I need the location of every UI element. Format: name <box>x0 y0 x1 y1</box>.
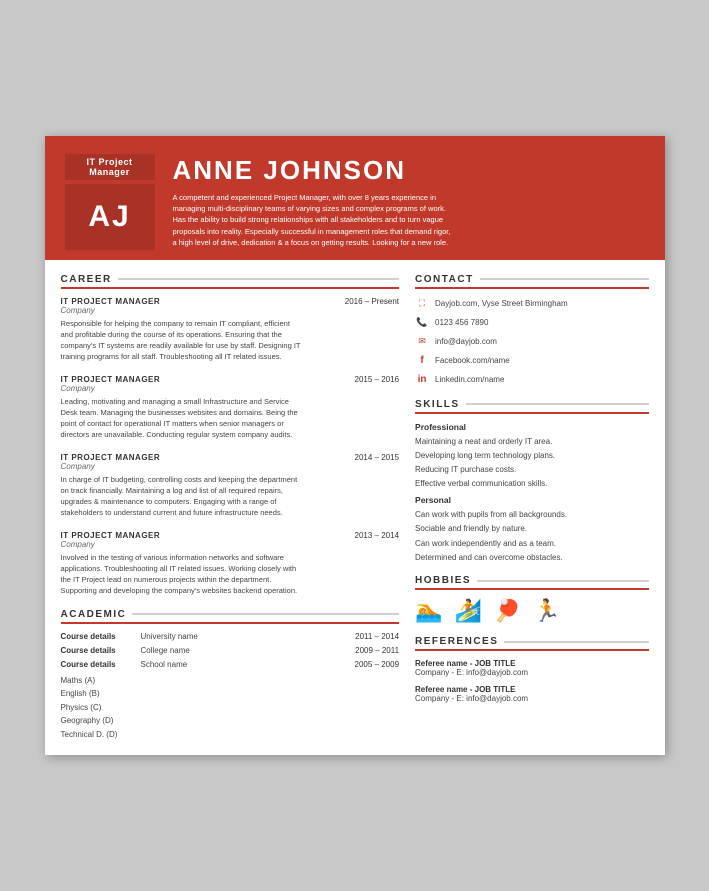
linkedin-icon: in <box>415 373 429 387</box>
hobby-running-icon: 🏃 <box>533 598 560 624</box>
career-dates: 2016 – Present <box>345 297 399 306</box>
email-icon: ✉ <box>415 335 429 349</box>
header-summary: A competent and experienced Project Mana… <box>173 192 645 248</box>
skills-section-title: SKILLS <box>415 399 648 414</box>
career-item: IT PROJECT MANAGER 2013 – 2014 Company I… <box>61 531 400 597</box>
academic-course: Course details <box>61 632 141 641</box>
career-job-title: IT PROJECT MANAGER <box>61 531 161 540</box>
career-dates: 2015 – 2016 <box>355 375 400 384</box>
contact-item: f Facebook.com/name <box>415 354 648 368</box>
contact-email: info@dayjob.com <box>435 337 497 346</box>
academic-row: Course details College name 2009 – 2011 <box>61 646 400 655</box>
career-dates: 2013 – 2014 <box>355 531 400 540</box>
skills-personal-label: Personal <box>415 495 648 505</box>
career-header: IT PROJECT MANAGER 2016 – Present <box>61 297 400 306</box>
contact-address: Dayjob.com, Vyse Street Birmingham <box>435 299 568 308</box>
career-header: IT PROJECT MANAGER 2015 – 2016 <box>61 375 400 384</box>
right-column: CONTACT ⛶ Dayjob.com, Vyse Street Birmin… <box>415 274 648 742</box>
academic-row: Course details School name 2005 – 2009 <box>61 660 400 669</box>
academic-name: School name <box>141 660 355 669</box>
contact-item: ✉ info@dayjob.com <box>415 335 648 349</box>
skill-item: Effective verbal communication skills. <box>415 478 648 489</box>
avatar-initials: AJ <box>65 184 155 250</box>
reference-company: Company - E: info@dayjob.com <box>415 668 648 677</box>
skill-item: Determined and can overcome obstacles. <box>415 552 648 563</box>
reference-name: Referee name - JOB TITLE <box>415 659 648 668</box>
academic-name: University name <box>141 632 356 641</box>
academic-row: Course details University name 2011 – 20… <box>61 632 400 641</box>
resume-page: IT Project Manager AJ ANNE JOHNSON A com… <box>45 136 665 756</box>
reference-name: Referee name - JOB TITLE <box>415 685 648 694</box>
academic-dates: 2005 – 2009 <box>355 660 400 669</box>
main-content: CAREER IT PROJECT MANAGER 2016 – Present… <box>45 260 665 756</box>
phone-icon: 📞 <box>415 316 429 330</box>
skills-professional-label: Professional <box>415 422 648 432</box>
skill-item: Reducing IT purchase costs. <box>415 464 648 475</box>
contact-item: ⛶ Dayjob.com, Vyse Street Birmingham <box>415 297 648 311</box>
skill-item: Developing long term technology plans. <box>415 450 648 461</box>
reference-item: Referee name - JOB TITLE Company - E: in… <box>415 659 648 677</box>
job-title-bar: IT Project Manager <box>65 154 155 180</box>
career-item: IT PROJECT MANAGER 2014 – 2015 Company I… <box>61 453 400 519</box>
career-item: IT PROJECT MANAGER 2016 – Present Compan… <box>61 297 400 363</box>
career-job-title: IT PROJECT MANAGER <box>61 297 161 306</box>
academic-section-title: ACADEMIC <box>61 609 400 624</box>
academic-name: College name <box>141 646 356 655</box>
academic-dates: 2009 – 2011 <box>355 646 399 655</box>
skill-item: Maintaining a neat and orderly IT area. <box>415 436 648 447</box>
career-company: Company <box>61 462 400 471</box>
career-job-title: IT PROJECT MANAGER <box>61 375 161 384</box>
career-company: Company <box>61 384 400 393</box>
contact-item: in Linkedin.com/name <box>415 373 648 387</box>
career-header: IT PROJECT MANAGER 2013 – 2014 <box>61 531 400 540</box>
hobby-swimming-icon: 🏊 <box>415 598 442 624</box>
contact-facebook: Facebook.com/name <box>435 356 510 365</box>
contact-item: 📞 0123 456 7890 <box>415 316 648 330</box>
hobbies-icons: 🏊 🏄 🏓 🏃 <box>415 598 648 624</box>
career-item: IT PROJECT MANAGER 2015 – 2016 Company L… <box>61 375 400 441</box>
academic-course: Course details <box>61 646 141 655</box>
career-company: Company <box>61 540 400 549</box>
hobbies-section-title: HOBBIES <box>415 575 648 590</box>
career-desc: Leading, motivating and managing a small… <box>61 396 400 441</box>
skill-item: Can work with pupils from all background… <box>415 509 648 520</box>
header-name: ANNE JOHNSON <box>173 155 645 186</box>
header: IT Project Manager AJ ANNE JOHNSON A com… <box>45 136 665 260</box>
left-column: CAREER IT PROJECT MANAGER 2016 – Present… <box>61 274 400 742</box>
skill-item: Can work independently and as a team. <box>415 538 648 549</box>
hobby-surfing-icon: 🏄 <box>454 598 481 624</box>
reference-item: Referee name - JOB TITLE Company - E: in… <box>415 685 648 703</box>
academic-subjects: Maths (A)English (B)Physics (C)Geography… <box>61 674 400 742</box>
header-name-block: ANNE JOHNSON A competent and experienced… <box>173 155 645 248</box>
career-desc: Responsible for helping the company to r… <box>61 318 400 363</box>
contact-phone: 0123 456 7890 <box>435 318 488 327</box>
academic-dates: 2011 – 2014 <box>355 632 399 641</box>
contact-linkedin: Linkedin.com/name <box>435 375 504 384</box>
career-job-title: IT PROJECT MANAGER <box>61 453 161 462</box>
contact-section-title: CONTACT <box>415 274 648 289</box>
career-section-title: CAREER <box>61 274 400 289</box>
map-icon: ⛶ <box>415 297 429 311</box>
reference-company: Company - E: info@dayjob.com <box>415 694 648 703</box>
skill-item: Sociable and friendly by nature. <box>415 523 648 534</box>
career-company: Company <box>61 306 400 315</box>
career-desc: Involved in the testing of various infor… <box>61 552 400 597</box>
hobby-tabletennis-icon: 🏓 <box>494 598 521 624</box>
facebook-icon: f <box>415 354 429 368</box>
avatar-block: IT Project Manager AJ <box>65 154 155 250</box>
references-section-title: REFERENCES <box>415 636 648 651</box>
career-desc: In charge of IT budgeting, controlling c… <box>61 474 400 519</box>
career-header: IT PROJECT MANAGER 2014 – 2015 <box>61 453 400 462</box>
career-dates: 2014 – 2015 <box>355 453 400 462</box>
academic-course: Course details <box>61 660 141 669</box>
